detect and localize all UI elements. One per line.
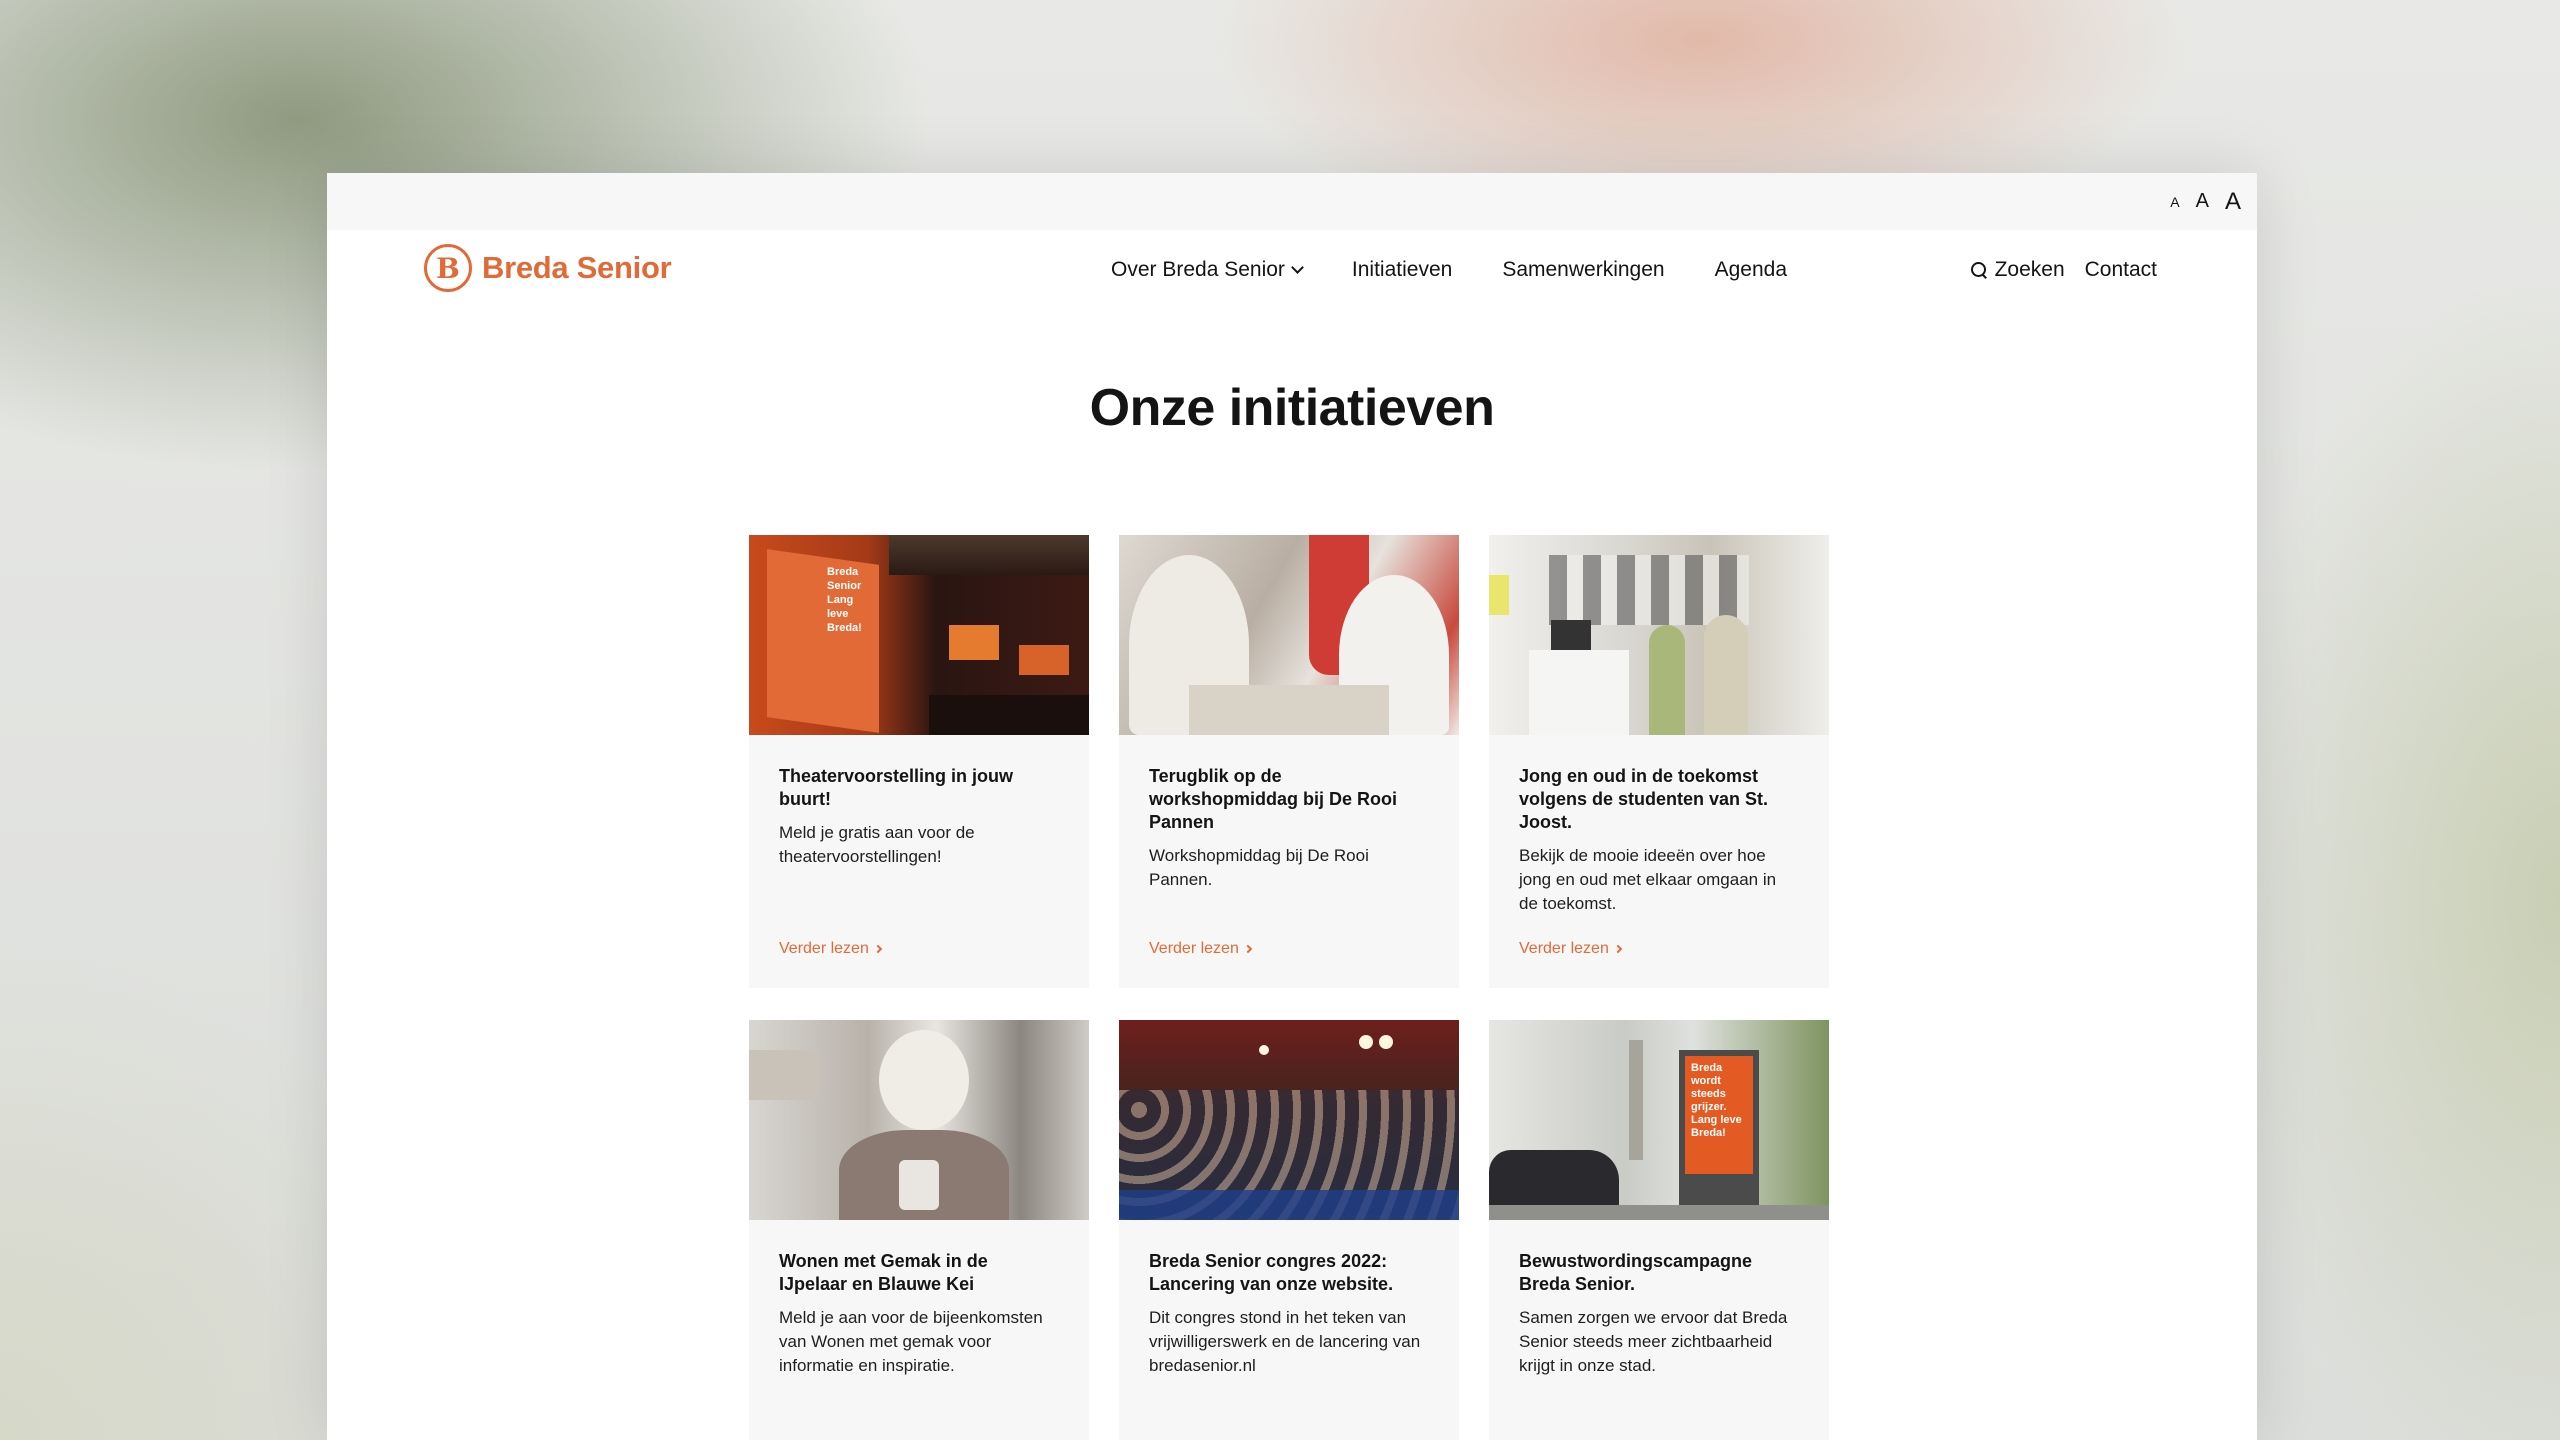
table-shape: [1189, 685, 1389, 735]
card-text: Samen zorgen we ervoor dat Breda Senior …: [1519, 1308, 1788, 1375]
card-title: Terugblik op de workshopmiddag bij De Ro…: [1149, 766, 1398, 832]
car-shape: [1489, 1150, 1619, 1210]
card-image-campagne: Breda wordt steeds grijzer. Lang leve Br…: [1489, 1020, 1829, 1220]
initiative-card-theater[interactable]: Breda Senior Lang leve Breda! Theatervoo…: [749, 535, 1089, 988]
person-head-shape: [879, 1030, 969, 1130]
nav-item-label: Samenwerkingen: [1502, 258, 1665, 281]
decor-shape: [1489, 575, 1509, 615]
card-title: Theatervoorstelling in jouw buurt!: [779, 766, 1014, 809]
nav-item-label: Agenda: [1714, 258, 1787, 281]
billboard-poster: Breda wordt steeds grijzer. Lang leve Br…: [1685, 1056, 1753, 1174]
card-text: Dit congres stond in het teken van vrijw…: [1149, 1308, 1421, 1375]
stage-screen-shape: [1019, 645, 1069, 675]
nav-item-over-breda-senior[interactable]: Over Breda Senior: [1111, 258, 1304, 282]
read-more-link[interactable]: Verder lezen: [779, 940, 883, 958]
card-text: Meld je aan voor de bijeenkomsten van Wo…: [779, 1308, 1043, 1375]
floor-shape: [929, 695, 1089, 735]
search-label: Zoeken: [1994, 258, 2065, 281]
chevron-down-icon: [1291, 261, 1304, 274]
font-size-medium-button[interactable]: A: [2196, 190, 2209, 213]
mug-shape: [899, 1160, 939, 1210]
initiative-card-campagne[interactable]: Breda wordt steeds grijzer. Lang leve Br…: [1489, 1020, 1829, 1440]
logo-text: Breda Senior: [482, 250, 672, 285]
window-shape: [749, 1050, 819, 1100]
accessibility-bar: A A A: [327, 173, 2257, 230]
lamp-shape: [1359, 1035, 1373, 1049]
initiative-card-congres-2022[interactable]: Breda Senior congres 2022: Lancering van…: [1119, 1020, 1459, 1440]
chevron-right-icon: [1613, 944, 1623, 954]
browser-page: A A A B Breda Senior Over Breda Senior I…: [327, 173, 2257, 1440]
main-nav: Over Breda Senior Initiatieven Samenwerk…: [1111, 230, 1837, 310]
nav-item-samenwerkingen[interactable]: Samenwerkingen: [1502, 258, 1664, 282]
card-title: Bewustwordingscampagne Breda Senior.: [1519, 1251, 1753, 1294]
card-image-st-joost: [1489, 535, 1829, 735]
read-more-label: Verder lezen: [1519, 940, 1609, 957]
initiative-card-wonen-met-gemak[interactable]: Wonen met Gemak in de IJpelaar en Blauwe…: [749, 1020, 1089, 1440]
road-shape: [1489, 1205, 1829, 1220]
nav-item-initiatieven[interactable]: Initiatieven: [1352, 258, 1452, 282]
read-more-label: Verder lezen: [779, 940, 869, 957]
read-more-link[interactable]: Verder lezen: [1149, 940, 1253, 958]
nav-item-label: Over Breda Senior: [1111, 258, 1285, 281]
nav-item-label: Initiatieven: [1351, 258, 1453, 281]
card-text: Workshopmiddag bij De Rooi Pannen.: [1149, 846, 1369, 889]
card-image-caption: Breda Senior Lang leve Breda!: [827, 566, 862, 634]
monitor-shape: [1551, 620, 1591, 650]
church-tower-shape: [1629, 1040, 1643, 1160]
page-title: Onze initiatieven: [1089, 379, 1495, 437]
chevron-right-icon: [873, 944, 883, 954]
person-shape: [1649, 625, 1685, 735]
font-size-large-button[interactable]: A: [2225, 188, 2241, 216]
card-image-theater: Breda Senior Lang leve Breda!: [749, 535, 1089, 735]
card-title: Breda Senior congres 2022: Lancering van…: [1149, 1251, 1394, 1294]
lamp-shape: [1259, 1045, 1269, 1055]
initiative-card-workshop[interactable]: Terugblik op de workshopmiddag bij De Ro…: [1119, 535, 1459, 988]
ceiling-shape: [889, 535, 1089, 575]
read-more-label: Verder lezen: [1149, 940, 1239, 957]
contact-link[interactable]: Contact: [2085, 258, 2157, 282]
card-image-wonen-met-gemak: [749, 1020, 1089, 1220]
logo-icon: B: [424, 244, 472, 292]
card-title: Wonen met Gemak in de IJpelaar en Blauwe…: [779, 1251, 988, 1294]
desk-shape: [1529, 650, 1629, 735]
read-more-link[interactable]: Verder lezen: [1519, 940, 1623, 958]
nav-item-agenda[interactable]: Agenda: [1715, 258, 1787, 282]
card-title: Jong en oud in de toekomst volgens de st…: [1519, 766, 1769, 832]
card-text: Meld je gratis aan voor de theatervoorst…: [779, 823, 975, 866]
poster-wall-shape: [1549, 555, 1749, 625]
chevron-right-icon: [1243, 944, 1253, 954]
card-image-workshop: [1119, 535, 1459, 735]
search-icon: [1970, 262, 1987, 278]
initiatives-grid: Breda Senior Lang leve Breda! Theatervoo…: [749, 535, 1829, 1440]
utility-nav: Zoeken Contact: [1970, 230, 2157, 310]
initiative-card-st-joost[interactable]: Jong en oud in de toekomst volgens de st…: [1489, 535, 1829, 988]
chairs-shape: [1119, 1190, 1459, 1220]
card-image-congres-2022: [1119, 1020, 1459, 1220]
font-size-small-button[interactable]: A: [2170, 194, 2179, 210]
card-text: Bekijk de mooie ideeën over hoe jong en …: [1519, 846, 1777, 913]
lamp-shape: [1379, 1035, 1393, 1049]
person-shape: [1704, 615, 1748, 735]
main-header: B Breda Senior Over Breda Senior Initiat…: [327, 230, 2257, 310]
search-link[interactable]: Zoeken: [1970, 258, 2065, 282]
stage-screen-shape: [949, 625, 999, 660]
site-logo[interactable]: B Breda Senior: [424, 244, 672, 292]
